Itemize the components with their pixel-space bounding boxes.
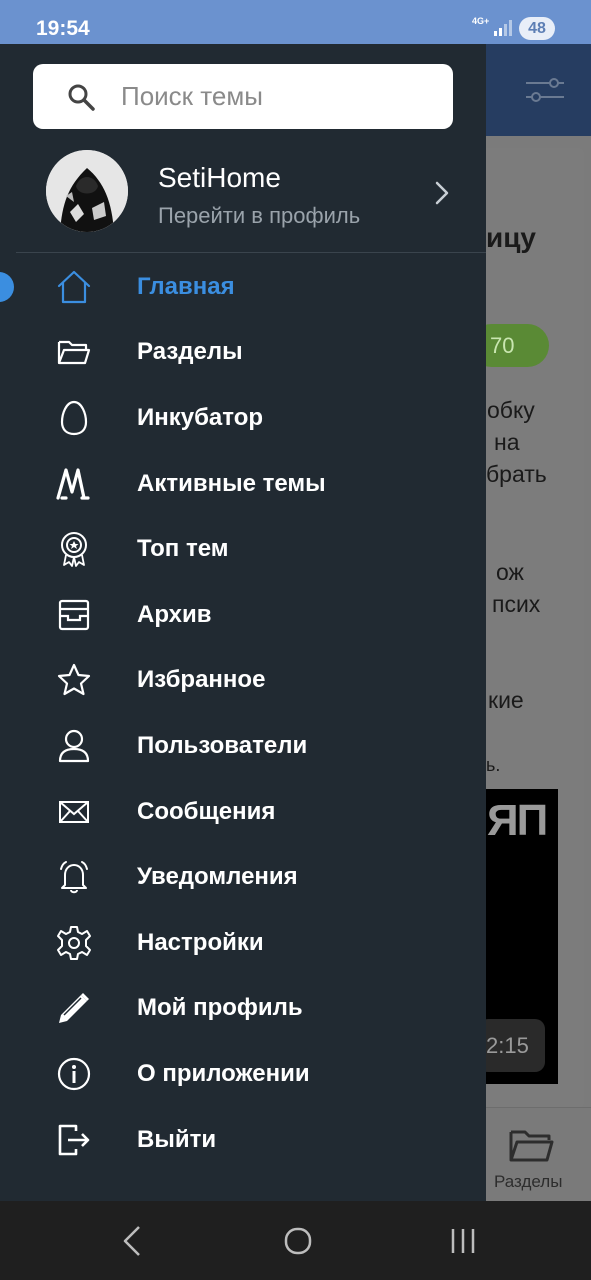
menu-label: Сообщения [137,797,276,825]
topic-text-line: брать [486,461,547,487]
egg-icon [54,398,94,438]
menu-item-users[interactable]: Пользователи [0,713,486,779]
menu-label: Инкубатор [137,403,264,431]
search-icon [68,84,95,111]
search-box[interactable] [33,64,453,129]
home-icon [54,267,94,307]
network-type: 4G+ [472,16,490,26]
active-indicator [0,271,14,302]
menu-label: Настройки [137,928,264,956]
info-icon [54,1054,94,1094]
menu-label: Архив [137,600,212,628]
folder-icon [509,1130,554,1162]
system-nav-bar [0,1201,591,1280]
menu-item-incubator[interactable]: Инкубатор [0,385,486,451]
home-button-icon[interactable] [284,1225,312,1257]
video-logo: ЯП [487,796,548,845]
divider [16,252,486,253]
bottom-nav-label: Разделы [494,1172,563,1191]
menu-item-messages[interactable]: Сообщения [0,779,486,845]
drawer-menu: Главная Разделы Инкубатор Активные темы [0,254,486,1172]
topic-text-line: обку [487,397,535,423]
avatar-image [46,150,128,232]
menu-item-my-profile[interactable]: Мой профиль [0,976,486,1042]
menu-item-top-topics[interactable]: Топ тем [0,516,486,582]
menu-item-archive[interactable]: Архив [0,582,486,648]
menu-item-active-topics[interactable]: Активные темы [0,451,486,517]
profile-name: SetiHome [158,162,281,193]
menu-item-home[interactable]: Главная [0,254,486,320]
gear-icon [54,923,94,963]
status-time: 19:54 [36,17,90,40]
topic-text-line: кие [488,687,524,713]
menu-item-favorites[interactable]: Избранное [0,648,486,714]
menu-item-settings[interactable]: Настройки [0,910,486,976]
menu-label: Разделы [137,338,243,366]
topic-text-line: ь. [486,755,501,775]
star-icon [54,660,94,700]
profile-header[interactable]: SetiHome Перейти в профиль [0,148,486,252]
logout-icon [54,1120,94,1160]
chevron-right-icon[interactable] [434,180,450,206]
activity-icon [54,464,94,504]
filter-icon [526,78,564,102]
menu-label: Топ тем [137,535,229,563]
profile-link[interactable]: Перейти в профиль [158,203,360,229]
menu-item-about[interactable]: О приложении [0,1041,486,1107]
menu-label: О приложении [137,1059,310,1087]
status-bar: 19:54 4G+ 48 [0,0,591,44]
user-icon [54,726,94,766]
bell-icon [54,857,94,897]
menu-label: Избранное [137,666,266,694]
menu-label: Уведомления [137,863,298,891]
menu-label: Активные темы [137,469,326,497]
menu-label: Выйти [137,1125,217,1153]
recents-icon[interactable] [450,1225,478,1257]
navigation-drawer: SetiHome Перейти в профиль Главная Разде… [0,44,486,1201]
mail-icon [54,792,94,832]
signal-icon [494,20,512,36]
avatar[interactable] [46,150,128,232]
battery-indicator: 48 [519,17,555,40]
topic-title: ицу [486,222,536,253]
back-icon[interactable] [122,1225,142,1257]
pencil-icon [54,988,94,1028]
archive-icon [54,595,94,635]
menu-label: Мой профиль [137,994,303,1022]
menu-item-logout[interactable]: Выйти [0,1107,486,1173]
video-duration: 2:15 [478,1019,545,1072]
topic-text-line: ож [496,559,524,585]
menu-item-notifications[interactable]: Уведомления [0,844,486,910]
search-input[interactable] [121,64,441,129]
menu-item-sections[interactable]: Разделы [0,320,486,386]
topic-text-line: псих [492,591,541,617]
topic-text-line: на [494,429,520,455]
folder-icon [54,332,94,372]
menu-label: Главная [137,272,235,300]
menu-label: Пользователи [137,731,308,759]
award-icon [54,529,94,569]
